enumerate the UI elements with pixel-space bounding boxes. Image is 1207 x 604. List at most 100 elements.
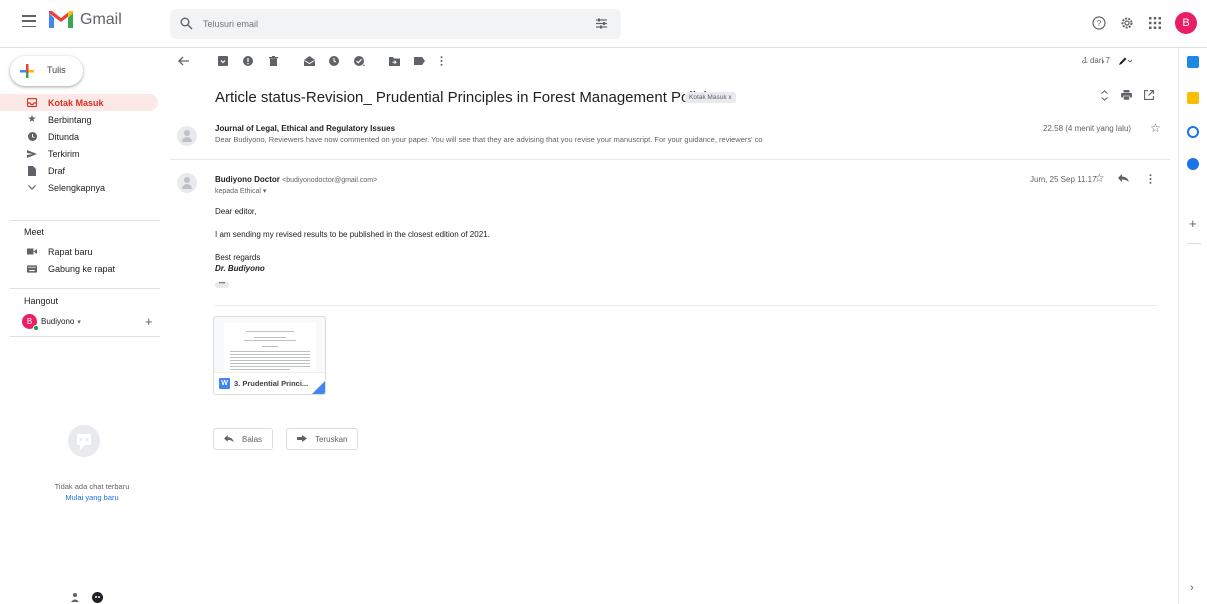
compose-button[interactable]: Tulis (10, 56, 83, 86)
reply-button[interactable]: Balas (213, 428, 274, 450)
compose-plus-icon (20, 64, 34, 78)
settings-gear-icon[interactable] (1119, 15, 1135, 31)
inbox-icon (27, 98, 37, 108)
message-greeting: Dear editor, (215, 207, 257, 216)
forward-arrow-icon (297, 434, 307, 444)
contacts-icon[interactable] (1187, 158, 1199, 170)
more-vert-icon[interactable] (434, 54, 448, 68)
sender-name: Budiyono Doctor <budiyonodoctor@gmail.co… (215, 175, 377, 184)
sidebar-item-more[interactable]: Selengkapnya (0, 179, 160, 196)
sidebar-item-sent[interactable]: Terkirim (0, 145, 160, 162)
reply-label: Balas (242, 434, 263, 444)
archive-icon[interactable] (216, 54, 230, 68)
svg-text:+: + (362, 63, 365, 67)
sender-email: <budiyonodoctor@gmail.com> (282, 177, 378, 184)
sender-display-name: Budiyono Doctor (215, 175, 280, 184)
search-options-icon[interactable] (595, 17, 608, 30)
message-collapsed[interactable]: Journal of Legal, Ethical and Regulatory… (170, 116, 1170, 160)
message-signature: Dr. Budiyono (215, 264, 265, 273)
svg-text:?: ? (1097, 19, 1102, 28)
hangout-username: Budiyono (41, 317, 75, 326)
forward-button[interactable]: Teruskan (286, 428, 359, 450)
reply-arrow-icon[interactable] (1118, 174, 1129, 184)
clock-icon (27, 132, 37, 142)
report-spam-icon[interactable] (241, 54, 255, 68)
add-addon-plus-icon[interactable]: + (1189, 216, 1197, 231)
keyboard-icon (27, 264, 37, 274)
sidebar-item-label: Kotak Masuk (48, 97, 104, 108)
app-name[interactable]: Gmail (80, 11, 122, 29)
message-closing: Best regards (215, 253, 261, 262)
snooze-clock-icon[interactable] (327, 54, 341, 68)
keep-icon[interactable] (1187, 92, 1199, 104)
show-side-panel-chevron-icon[interactable]: › (1190, 582, 1194, 594)
start-chat-link[interactable]: Mulai yang baru (20, 493, 164, 502)
search-icon[interactable] (180, 17, 193, 30)
sidebar-divider (10, 288, 160, 289)
compose-label: Tulis (47, 65, 66, 75)
attachment-name: 3. Prudential Princi... (234, 379, 309, 388)
hangout-user[interactable]: B Budiyono ▾ (22, 314, 81, 331)
meet-item-new-meeting[interactable]: Rapat baru (0, 243, 160, 260)
no-chat-text: Tidak ada chat terbaru (54, 482, 130, 491)
new-chat-plus-icon[interactable]: + (145, 314, 153, 329)
sidebar-item-snoozed[interactable]: Ditunda (0, 128, 160, 145)
star-icon: ★ (27, 114, 37, 125)
newer-chevron-right-icon[interactable]: › (1096, 54, 1110, 68)
meet-item-join[interactable]: Gabung ke rapat (0, 260, 160, 277)
attachment-divider (215, 305, 1157, 306)
video-icon (27, 247, 37, 257)
sidebar-item-starred[interactable]: ★ Berbintang (0, 111, 160, 128)
sidebar-item-drafts[interactable]: Draf (0, 162, 160, 179)
sender-avatar (177, 126, 197, 146)
expand-all-icon[interactable] (1100, 90, 1109, 103)
message-time: 22.58 (4 menit yang lalu) (1043, 124, 1132, 133)
print-icon[interactable] (1121, 90, 1132, 103)
attachment-corner-icon (312, 381, 325, 394)
move-to-folder-icon[interactable] (387, 54, 401, 68)
attachment-card[interactable]: W 3. Prudential Princi... (213, 316, 326, 395)
meet-nav: Rapat baru Gabung ke rapat (0, 243, 160, 277)
delete-icon[interactable] (266, 54, 280, 68)
search-input[interactable] (203, 16, 563, 32)
recipient-text[interactable]: kepada Ethical ▾ (215, 187, 266, 195)
chevron-down-icon (27, 183, 37, 193)
mark-unread-icon[interactable] (302, 54, 316, 68)
person-icon[interactable] (70, 592, 80, 604)
inbox-label-chip[interactable]: Kotak Masuk x (685, 92, 736, 103)
calendar-icon[interactable] (1187, 56, 1199, 68)
account-avatar[interactable]: B (1175, 12, 1197, 34)
star-outline-icon[interactable]: ☆ (1094, 171, 1105, 185)
send-icon (27, 149, 37, 159)
apps-grid-icon[interactable] (1147, 15, 1163, 31)
draft-icon (27, 165, 37, 176)
reply-arrow-icon (224, 434, 234, 444)
star-outline-icon[interactable]: ☆ (1150, 121, 1161, 135)
sidebar-item-inbox[interactable]: Kotak Masuk (0, 94, 158, 111)
meet-item-label: Rapat baru (48, 246, 93, 257)
gmail-logo-icon[interactable] (48, 10, 74, 30)
back-arrow-icon[interactable] (176, 54, 190, 68)
more-vert-icon[interactable] (1149, 174, 1152, 186)
help-icon[interactable]: ? (1091, 15, 1107, 31)
tasks-icon[interactable] (1187, 126, 1199, 138)
email-subject: Article status-Revision_ Prudential Prin… (215, 89, 723, 106)
older-chevron-left-icon[interactable]: ‹ (1076, 54, 1090, 68)
sidebar-divider (10, 336, 160, 337)
open-new-window-icon[interactable] (1144, 90, 1154, 103)
hangout-avatar-letter: B (26, 317, 33, 326)
show-trimmed-content-button[interactable]: ••• (215, 281, 229, 288)
input-tools-pen-icon[interactable] (1118, 54, 1132, 68)
main-menu-icon[interactable] (22, 15, 36, 27)
chevron-down-icon[interactable]: ▾ (77, 318, 81, 326)
hangouts-icon[interactable] (92, 592, 103, 604)
side-panel-divider (1187, 243, 1201, 244)
add-task-icon[interactable]: + (352, 54, 366, 68)
search-bar[interactable] (170, 9, 621, 39)
message-toolbar: + 1 dari 7 ‹ › (170, 50, 1170, 74)
word-doc-icon: W (219, 378, 230, 389)
chat-bubble-icon (68, 425, 100, 457)
label-tag-icon[interactable] (412, 54, 426, 68)
forward-label: Teruskan (315, 434, 348, 444)
top-right-controls: ? B (1091, 12, 1197, 34)
